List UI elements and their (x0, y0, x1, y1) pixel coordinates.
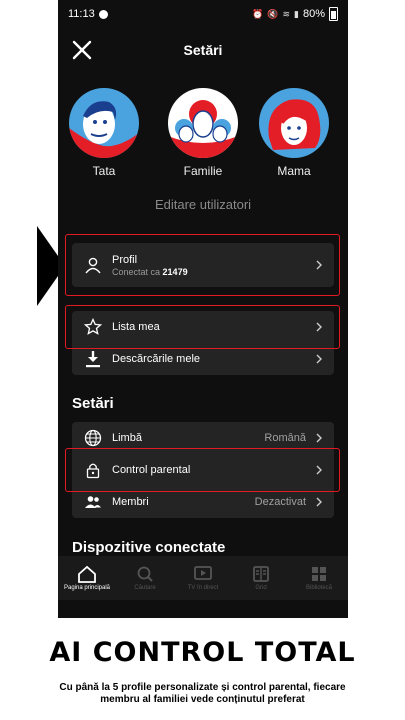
bottom-navigation: Pagina principală Căutare TV în direct G… (58, 556, 348, 600)
nav-library-label: Bibliotecă (305, 585, 332, 591)
home-icon (78, 565, 96, 583)
avatar (259, 88, 329, 158)
language-label: Limbă (112, 432, 142, 444)
nav-grid-label: Grid (255, 585, 267, 591)
mute-icon: 🔇 (267, 8, 279, 19)
avatar (69, 88, 139, 158)
nav-live[interactable]: TV în direct (175, 565, 231, 591)
account-card[interactable]: Profil Conectat ca 21479 (72, 243, 334, 287)
list-card: Lista mea Descărcările mele (72, 311, 334, 375)
my-list-row[interactable]: Lista mea (72, 311, 334, 343)
parental-control-label: Control parental (112, 464, 191, 476)
parental-control-row[interactable]: Control parental (72, 454, 334, 486)
status-time: 11:13 (68, 8, 95, 20)
devices-section-title: Dispozitive conectate (72, 539, 226, 556)
avatar (168, 88, 238, 158)
profile-familie[interactable]: Familie (163, 88, 243, 178)
chevron-right-icon (316, 322, 322, 332)
alarm-icon: ⏰ (252, 8, 264, 19)
profile-label: Profil (112, 253, 138, 266)
globe-icon (82, 427, 104, 449)
battery-icon (329, 7, 338, 21)
search-icon (137, 566, 153, 582)
edit-users-link[interactable]: Editare utilizatori (58, 197, 348, 212)
promo-subline: Cu până la 5 profile personalizate și co… (59, 682, 346, 705)
profile-list: Tata Familie Mama (58, 88, 348, 188)
language-value: Română (264, 432, 306, 444)
members-icon (82, 491, 104, 513)
download-icon (82, 348, 104, 370)
promo-headline: AI CONTROL TOTAL (49, 637, 356, 668)
profile-name: Familie (183, 164, 223, 178)
nav-search-label: Căutare (134, 585, 156, 591)
connected-as: Conectat ca 21479 (112, 267, 314, 277)
settings-card: Limbă Română Control parental Membri Dez… (72, 422, 334, 518)
chevron-right-icon (316, 354, 322, 364)
nav-grid[interactable]: Grid (233, 565, 289, 591)
wifi-icon: ≋ (282, 8, 291, 19)
connected-as-prefix: Conectat ca (112, 266, 161, 277)
page-title: Setări (183, 42, 223, 58)
star-icon (82, 316, 104, 338)
top-bar: Setări (58, 28, 348, 72)
profile-name: Tata (92, 164, 116, 178)
connected-as-value: 21479 (162, 266, 188, 277)
members-row[interactable]: Membri Dezactivat (72, 486, 334, 518)
signal-icon: ▮ (294, 8, 299, 19)
status-bar: 11:13 ⏰ 🔇 ≋ ▮ 80% (58, 0, 348, 28)
tv-icon (194, 566, 212, 580)
my-list-label: Lista mea (112, 321, 160, 333)
user-icon (82, 254, 104, 276)
chevron-right-icon (316, 260, 322, 270)
battery-percent: 80% (302, 8, 325, 20)
chevron-right-icon (316, 433, 322, 443)
nav-library[interactable]: Bibliotecă (291, 565, 347, 591)
members-label: Membri (112, 496, 149, 508)
nav-live-label: TV în direct (187, 585, 219, 591)
chevron-right-icon (316, 497, 322, 507)
downloads-label: Descărcările mele (112, 353, 201, 365)
members-value: Dezactivat (254, 496, 306, 508)
settings-section-title: Setări (72, 395, 114, 412)
guide-icon (253, 566, 269, 582)
library-icon (312, 567, 326, 581)
nav-home-label: Pagina principală (63, 585, 111, 591)
downloads-row[interactable]: Descărcările mele (72, 343, 334, 375)
profile-row[interactable]: Profil Conectat ca 21479 (72, 243, 334, 287)
nav-search[interactable]: Căutare (117, 565, 173, 591)
phone-screen: 11:13 ⏰ 🔇 ≋ ▮ 80% Setări Tata Familie Ma… (58, 0, 348, 618)
notification-icon (98, 9, 108, 19)
language-row[interactable]: Limbă Română (72, 422, 334, 454)
chevron-right-icon (316, 465, 322, 475)
profile-tata[interactable]: Tata (64, 88, 144, 178)
profile-mama[interactable]: Mama (254, 88, 334, 178)
lock-icon (82, 459, 104, 481)
nav-home[interactable]: Pagina principală (59, 565, 115, 591)
profile-name: Mama (277, 164, 311, 178)
